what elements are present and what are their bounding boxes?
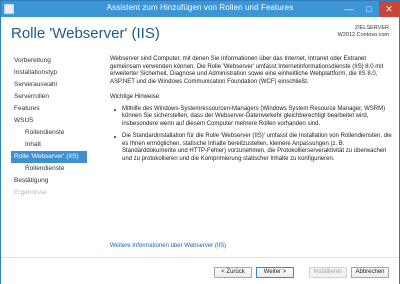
cancel-button[interactable]: Abbrechen [351,267,389,278]
install-button: Installieren [309,267,347,278]
minimize-button[interactable]: — [339,1,359,17]
maximize-button[interactable]: □ [359,1,379,17]
nav-item-serverrollen[interactable]: Serverrollen [11,91,87,103]
wizard-navigation: Vorbereitung Installationstyp Serverausw… [11,55,87,199]
wizard-window: Assistent zum Hinzufügen von Rollen und … [0,0,400,284]
nav-item-ergebnisse: Ergebnisse [14,189,47,196]
target-server-label: ZIELSERVER [354,25,389,31]
nav-item-installationstyp[interactable]: Installationstyp [11,67,87,79]
nav-item-serverauswahl[interactable]: Serverauswahl [11,79,87,91]
target-server-info: ZIELSERVER W2012.Contoso.com [338,25,389,39]
close-button[interactable]: ✕ [379,1,399,17]
nav-item-wsus-rollendienste[interactable]: Rollendienste [11,127,87,139]
intro-text: Webserver sind Computer, mit denen Sie I… [110,56,384,85]
nav-item-wsus-inhalt[interactable]: Inhalt [11,139,87,151]
nav-item-features[interactable]: Features [11,103,87,115]
hint-text: Die Standardinstallation für die Rolle '… [122,133,392,162]
bullet-icon [114,136,116,138]
more-info-link[interactable]: Weitere Informationen über Webserver (II… [110,243,226,249]
nav-item-vorbereitung[interactable]: Vorbereitung [11,55,87,67]
content-area: Webserver sind Computer, mit denen Sie I… [110,56,393,168]
nav-item-webserver-role[interactable]: Rolle 'Webserver' (IIS) [11,151,87,163]
nav-item-webserver-rollendienste[interactable]: Rollendienste [11,163,87,175]
target-server-name: W2012.Contoso.com [337,32,389,38]
nav-item-bestaetigung[interactable]: Bestätigung [11,175,87,187]
list-item: Die Standardinstallation für die Rolle '… [110,133,393,163]
page-title: Rolle 'Webserver' (IIS) [11,25,160,42]
back-button[interactable]: < Zurück [214,267,252,278]
hints-list: Mithilfe des Windows-Systemressourcen-Ma… [110,106,393,164]
bullet-icon [114,108,116,111]
nav-item-wsus[interactable]: WSUS [11,115,87,127]
title-bar: Assistent zum Hinzufügen von Rollen und … [1,1,399,17]
hints-heading: Wichtige Hinweise: [110,94,161,100]
button-bar: < Zurück Weiter > Installieren Abbrechen [1,257,399,284]
next-button[interactable]: Weiter > [256,267,294,278]
list-item: Mithilfe des Windows-Systemressourcen-Ma… [110,106,393,129]
hint-text: Mithilfe des Windows-Systemressourcen-Ma… [122,105,386,127]
